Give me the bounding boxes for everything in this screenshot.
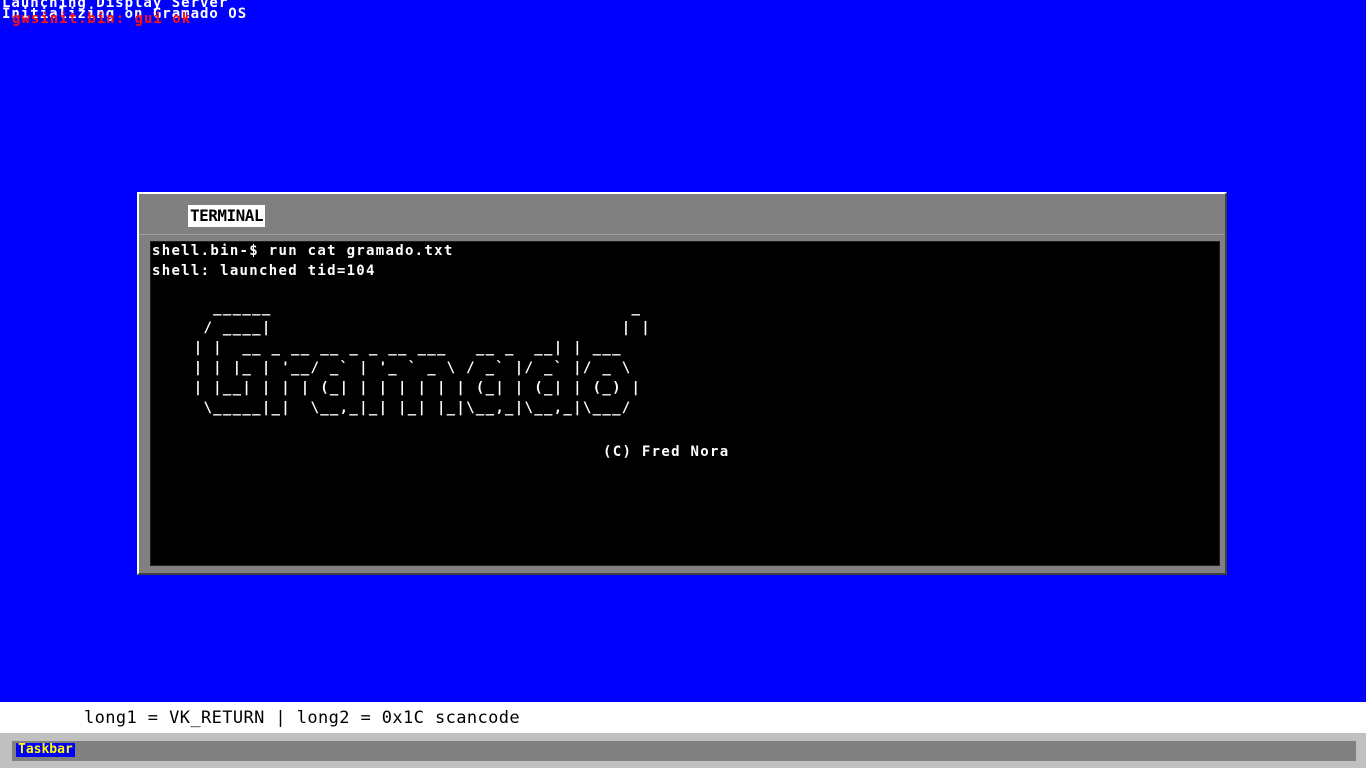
gramado-ascii-logo: ______ _ / ____| | | | | __ _ __ __ _ _ … xyxy=(193,300,651,416)
terminal-client-area[interactable]: shell.bin-$ run cat gramado.txt shell: l… xyxy=(150,241,1220,566)
terminal-output-line: shell: launched tid=104 xyxy=(152,263,376,279)
window-titlebar[interactable]: TERMINAL xyxy=(139,194,1225,235)
terminal-copyright-line: (C) Fred Nora xyxy=(603,444,730,460)
taskbar-area: Taskbar xyxy=(0,733,1366,768)
window-title: TERMINAL xyxy=(188,205,266,227)
taskbar: Taskbar xyxy=(12,741,1356,761)
taskbar-button[interactable]: Taskbar xyxy=(16,743,75,757)
status-bar-message: long1 = VK_RETURN | long2 = 0x1C scancod… xyxy=(84,708,521,728)
terminal-window[interactable]: TERMINAL shell.bin-$ run cat gramado.txt… xyxy=(137,192,1227,575)
boot-message-gui-status: gwsinit.bin: gui ok xyxy=(12,11,192,27)
desktop: Launching Display Server Initializing on… xyxy=(0,0,1366,702)
status-bar: long1 = VK_RETURN | long2 = 0x1C scancod… xyxy=(0,702,1366,733)
terminal-command-line: shell.bin-$ run cat gramado.txt xyxy=(152,243,454,259)
